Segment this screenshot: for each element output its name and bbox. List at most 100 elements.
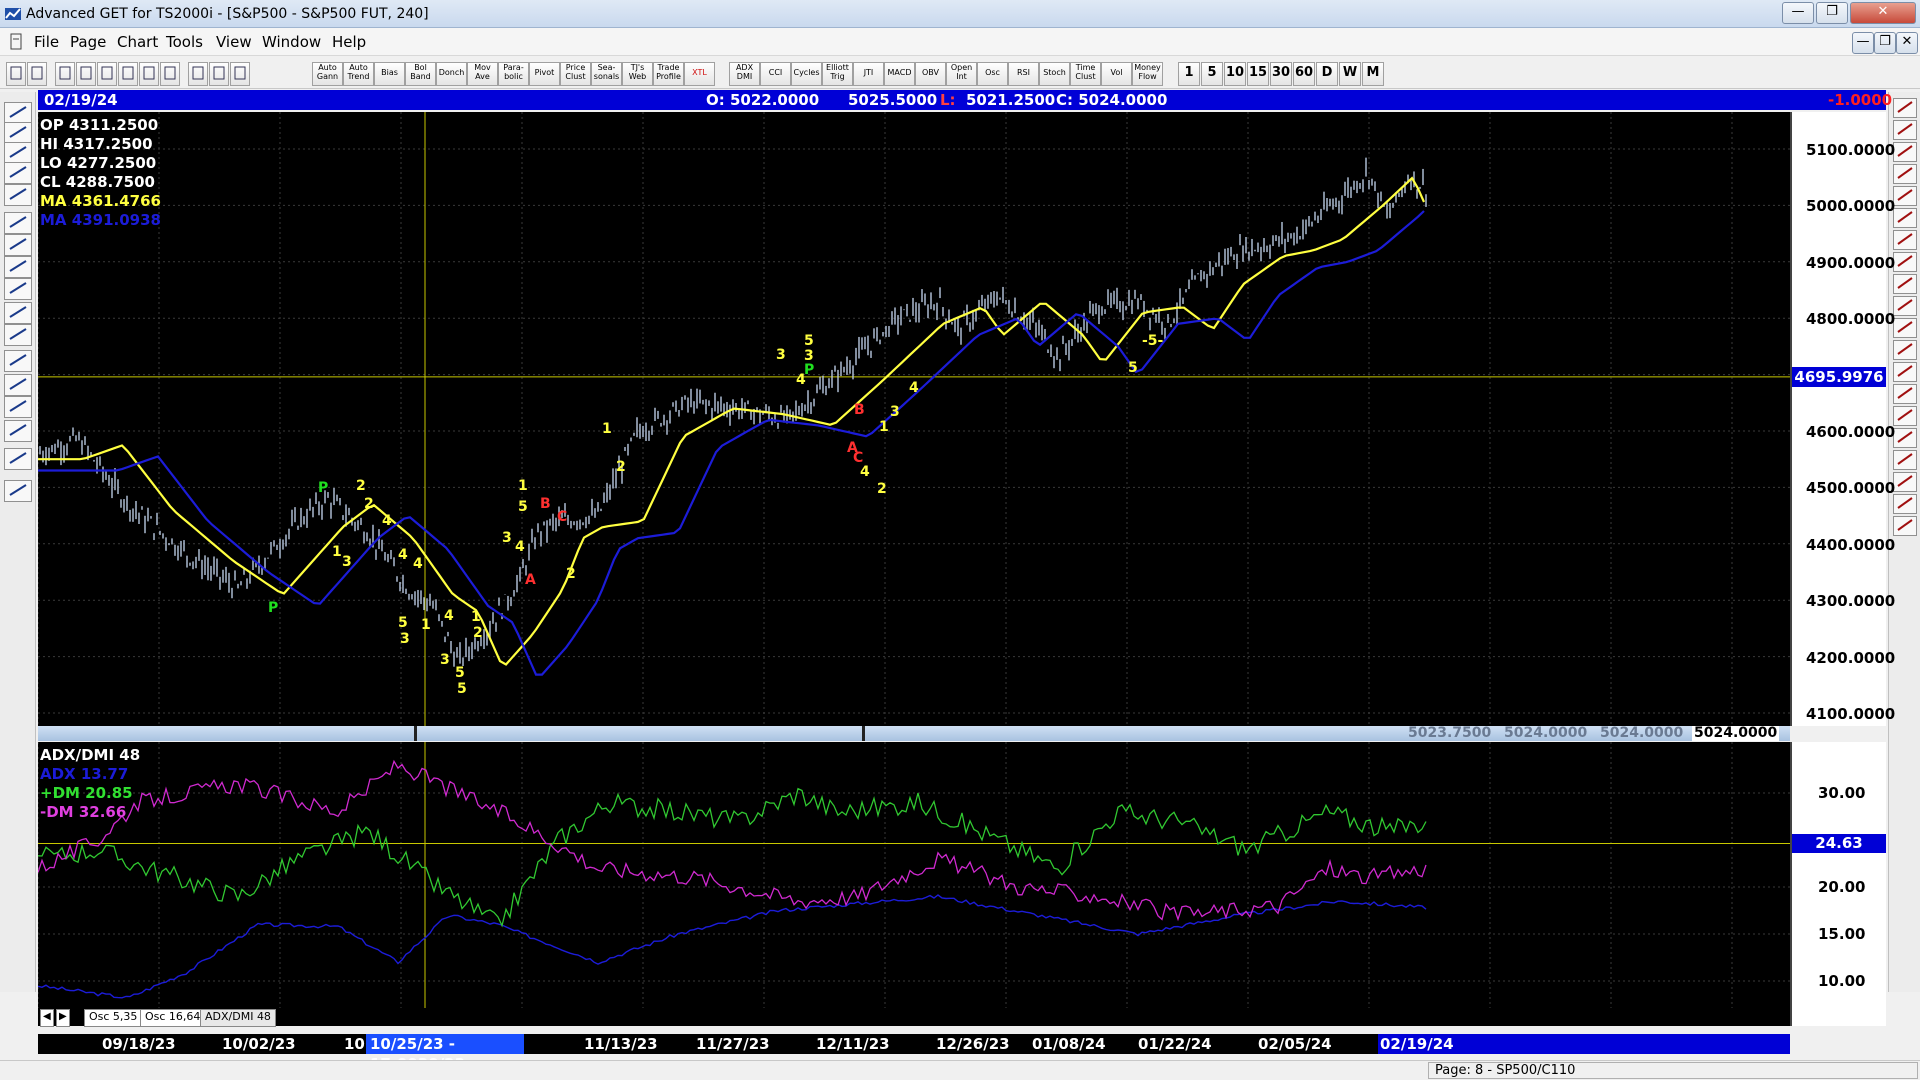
study-button-20[interactable]: Open Int: [946, 62, 977, 86]
fib-icon[interactable]: [4, 420, 32, 442]
drawing-tool-icon[interactable]: [1893, 120, 1917, 140]
price-chart[interactable]: PP 2241 43 45314355121534ABC2123435PBAC4123…: [38, 112, 1790, 726]
interval-button-60[interactable]: 60: [1293, 62, 1315, 86]
mdi-minimize-button[interactable]: —: [1852, 32, 1874, 54]
menu-page[interactable]: Page: [70, 33, 106, 51]
menu-tools[interactable]: Tools: [166, 33, 203, 51]
adx-dmi-chart[interactable]: [38, 742, 1790, 1010]
drawing-tool-icon[interactable]: [1893, 296, 1917, 316]
grid-icon[interactable]: [4, 350, 32, 372]
open-icon[interactable]: [4, 102, 32, 124]
gann-icon[interactable]: [4, 396, 32, 418]
close-chart-icon[interactable]: [160, 62, 180, 86]
quote-icon[interactable]: [27, 62, 47, 86]
interval-button-D[interactable]: D: [1316, 62, 1338, 86]
drawing-tool-icon[interactable]: [1893, 340, 1917, 360]
price-chart-panel[interactable]: PP22414345314355121534ABC2123435PBAC4123…: [38, 112, 1790, 726]
drawing-tool-icon[interactable]: [1893, 516, 1917, 536]
drawing-tool-icon[interactable]: [1893, 450, 1917, 470]
drawing-tool-icon[interactable]: [1893, 186, 1917, 206]
interval-button-15[interactable]: 15: [1247, 62, 1269, 86]
study-button-19[interactable]: OBV: [915, 62, 946, 86]
drawing-tool-icon[interactable]: [1893, 428, 1917, 448]
study-button-4[interactable]: Donch: [436, 62, 467, 86]
bars-icon[interactable]: [4, 122, 32, 144]
grid-icon[interactable]: [139, 62, 159, 86]
drawing-tool-icon[interactable]: [1893, 274, 1917, 294]
menu-window[interactable]: Window: [262, 33, 321, 51]
interval-button-1[interactable]: 1: [1178, 62, 1200, 86]
study-button-3[interactable]: Bol Band: [405, 62, 436, 86]
interval-button-10[interactable]: 10: [1224, 62, 1246, 86]
drawing-tool-icon[interactable]: [1893, 230, 1917, 250]
interval-button-5[interactable]: 5: [1201, 62, 1223, 86]
study-button-10[interactable]: TJ's Web: [622, 62, 653, 86]
study-button-6[interactable]: Para- bolic: [498, 62, 529, 86]
study-button-25[interactable]: Vol: [1101, 62, 1132, 86]
menu-file[interactable]: File: [34, 33, 59, 51]
right-arrow-icon[interactable]: [4, 278, 32, 300]
help-cursor-icon[interactable]: [230, 62, 250, 86]
study-button-2[interactable]: Bias: [374, 62, 405, 86]
print-icon[interactable]: [188, 62, 208, 86]
study-button-17[interactable]: JTI: [853, 62, 884, 86]
interval-button-W[interactable]: W: [1339, 62, 1361, 86]
study-button-8[interactable]: Price Clust: [560, 62, 591, 86]
lines-icon[interactable]: [4, 374, 32, 396]
study-button-23[interactable]: Stoch: [1039, 62, 1070, 86]
study-button-5[interactable]: Mov Ave: [467, 62, 498, 86]
study-button-11[interactable]: Trade Profile: [653, 62, 684, 86]
drawing-tool-icon[interactable]: [1893, 164, 1917, 184]
menu-chart[interactable]: Chart: [117, 33, 158, 51]
printer-icon[interactable]: [4, 480, 32, 502]
study-button-9[interactable]: Sea- sonals: [591, 62, 622, 86]
drawing-tool-icon[interactable]: [1893, 318, 1917, 338]
tab-osc-5-35[interactable]: Osc 5,35: [84, 1009, 143, 1027]
drawing-tool-icon[interactable]: [1893, 472, 1917, 492]
study-button-14[interactable]: CCI: [760, 62, 791, 86]
study-button-1[interactable]: Auto Trend: [343, 62, 374, 86]
study-button-22[interactable]: RSI: [1008, 62, 1039, 86]
left-arrow-icon[interactable]: [4, 256, 32, 278]
drawing-tool-icon[interactable]: [1893, 406, 1917, 426]
drawing-tool-icon[interactable]: [1893, 362, 1917, 382]
drawing-tool-icon[interactable]: [1893, 252, 1917, 272]
study-button-0[interactable]: Auto Gann: [312, 62, 343, 86]
menu-view[interactable]: View: [216, 33, 252, 51]
up-arrow-icon[interactable]: [4, 212, 32, 234]
drawing-tool-icon[interactable]: [1893, 384, 1917, 404]
tab-osc-16-64[interactable]: Osc 16,64: [140, 1009, 206, 1027]
drawing-tool-icon[interactable]: [1893, 494, 1917, 514]
back-icon[interactable]: [97, 62, 117, 86]
reset-icon[interactable]: [4, 142, 32, 164]
study-button-24[interactable]: Time Clust: [1070, 62, 1101, 86]
tab-scroll-left[interactable]: ◀: [40, 1009, 54, 1027]
adx-dmi-panel[interactable]: ADX/DMI 48 ADX 13.77 +DM 20.85 -DM 32.66: [38, 742, 1790, 1010]
study-icon[interactable]: [4, 162, 32, 184]
study-button-18[interactable]: MACD: [884, 62, 915, 86]
zoom-out-icon[interactable]: [4, 324, 32, 346]
drawing-tool-icon[interactable]: [1893, 98, 1917, 118]
flag-icon[interactable]: [6, 62, 26, 86]
mdi-close-button[interactable]: ✕: [1896, 32, 1918, 54]
close-button[interactable]: ✕: [1850, 2, 1916, 24]
crosshair-icon[interactable]: [4, 448, 32, 470]
help-icon[interactable]: [209, 62, 229, 86]
drawing-tool-icon[interactable]: [1893, 208, 1917, 228]
zoom-in-icon[interactable]: [4, 302, 32, 324]
down-arrow-icon[interactable]: [4, 234, 32, 256]
drawing-tool-icon[interactable]: [1893, 142, 1917, 162]
interval-button-M[interactable]: M: [1362, 62, 1384, 86]
maximize-button[interactable]: ❐: [1816, 2, 1848, 24]
new-page-icon[interactable]: [55, 62, 75, 86]
study-button-13[interactable]: ADX DMI: [729, 62, 760, 86]
minimize-button[interactable]: —: [1782, 2, 1814, 24]
study-button-15[interactable]: Cycles: [791, 62, 822, 86]
copy-icon[interactable]: [76, 62, 96, 86]
tab-scroll-right[interactable]: ▶: [56, 1009, 70, 1027]
study-button-16[interactable]: Elliott Trig: [822, 62, 853, 86]
mdi-restore-button[interactable]: ❐: [1874, 32, 1896, 54]
study-button-12[interactable]: XTL: [684, 62, 715, 86]
study-button-7[interactable]: Pivot: [529, 62, 560, 86]
study-button-21[interactable]: Osc: [977, 62, 1008, 86]
